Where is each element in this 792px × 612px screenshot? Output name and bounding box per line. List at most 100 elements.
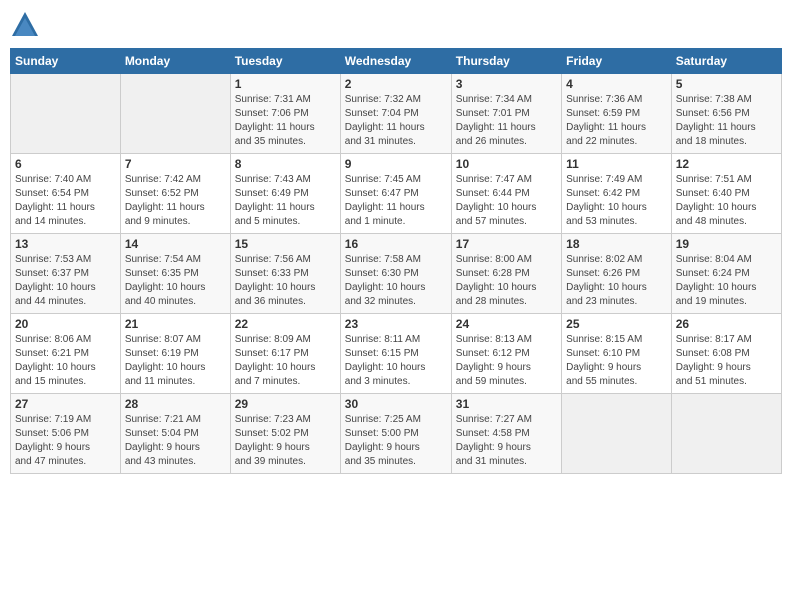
calendar-cell: 1 Sunrise: 7:31 AM Sunset: 7:06 PM Daylig… xyxy=(230,74,340,154)
day-number: 23 xyxy=(345,317,447,331)
day-info: Sunrise: 8:02 AM Sunset: 6:26 PM Dayligh… xyxy=(566,253,667,309)
day-info: Sunrise: 8:15 AM Sunset: 6:10 PM Dayligh… xyxy=(566,333,667,389)
day-number: 1 xyxy=(235,77,336,91)
day-info: Sunrise: 7:53 AM Sunset: 6:37 PM Dayligh… xyxy=(15,253,116,309)
day-number: 4 xyxy=(566,77,667,91)
day-number: 14 xyxy=(125,237,226,251)
calendar-cell: 11 Sunrise: 7:49 AM Sunset: 6:42 PM Dayli… xyxy=(562,154,672,234)
calendar-cell xyxy=(562,394,672,474)
day-number: 28 xyxy=(125,397,226,411)
calendar-cell xyxy=(671,394,781,474)
day-info: Sunrise: 8:00 AM Sunset: 6:28 PM Dayligh… xyxy=(456,253,557,309)
calendar-cell: 18Sunrise: 8:02 AM Sunset: 6:26 PM Dayli… xyxy=(562,234,672,314)
day-info: Sunrise: 8:11 AM Sunset: 6:15 PM Dayligh… xyxy=(345,333,447,389)
day-number: 16 xyxy=(345,237,447,251)
calendar-cell: 4 Sunrise: 7:36 AM Sunset: 6:59 PM Daylig… xyxy=(562,74,672,154)
day-info: Sunrise: 7:23 AM Sunset: 5:02 PM Dayligh… xyxy=(235,413,336,469)
calendar-cell: 14 Sunrise: 7:54 AM Sunset: 6:35 PM Dayli… xyxy=(120,234,230,314)
day-number: 25 xyxy=(566,317,667,331)
day-info: Sunrise: 7:34 AM Sunset: 7:01 PM Dayligh… xyxy=(456,93,557,149)
day-info: Sunrise: 8:06 AM Sunset: 6:21 PM Dayligh… xyxy=(15,333,116,389)
calendar-week-row: 6 Sunrise: 7:40 AM Sunset: 6:54 PM Daylig… xyxy=(11,154,782,234)
day-info: Sunrise: 7:51 AM Sunset: 6:40 PM Dayligh… xyxy=(676,173,777,229)
header-monday: Monday xyxy=(120,49,230,74)
day-info: Sunrise: 7:27 AM Sunset: 4:58 PM Dayligh… xyxy=(456,413,557,469)
day-info: Sunrise: 8:04 AM Sunset: 6:24 PM Dayligh… xyxy=(676,253,777,309)
calendar-cell: 21 Sunrise: 8:07 AM Sunset: 6:19 PM Dayli… xyxy=(120,314,230,394)
day-info: Sunrise: 7:31 AM Sunset: 7:06 PM Dayligh… xyxy=(235,93,336,149)
calendar-cell xyxy=(120,74,230,154)
day-info: Sunrise: 7:21 AM Sunset: 5:04 PM Dayligh… xyxy=(125,413,226,469)
calendar-cell: 27Sunrise: 7:19 AM Sunset: 5:06 PM Dayli… xyxy=(11,394,121,474)
calendar-header-row: SundayMondayTuesdayWednesdayThursdayFrid… xyxy=(11,49,782,74)
calendar-cell: 12 Sunrise: 7:51 AM Sunset: 6:40 PM Dayli… xyxy=(671,154,781,234)
calendar-cell: 26Sunrise: 8:17 AM Sunset: 6:08 PM Dayli… xyxy=(671,314,781,394)
day-number: 22 xyxy=(235,317,336,331)
calendar-cell: 29 Sunrise: 7:23 AM Sunset: 5:02 PM Dayli… xyxy=(230,394,340,474)
calendar-week-row: 27Sunrise: 7:19 AM Sunset: 5:06 PM Dayli… xyxy=(11,394,782,474)
day-number: 11 xyxy=(566,157,667,171)
day-number: 3 xyxy=(456,77,557,91)
header-friday: Friday xyxy=(562,49,672,74)
calendar-cell: 2Sunrise: 7:32 AM Sunset: 7:04 PM Daylig… xyxy=(340,74,451,154)
logo xyxy=(10,10,44,40)
day-info: Sunrise: 8:09 AM Sunset: 6:17 PM Dayligh… xyxy=(235,333,336,389)
header-tuesday: Tuesday xyxy=(230,49,340,74)
calendar-cell: 31 Sunrise: 7:27 AM Sunset: 4:58 PM Dayli… xyxy=(451,394,561,474)
day-info: Sunrise: 7:19 AM Sunset: 5:06 PM Dayligh… xyxy=(15,413,116,469)
day-number: 31 xyxy=(456,397,557,411)
calendar-cell: 22 Sunrise: 8:09 AM Sunset: 6:17 PM Dayli… xyxy=(230,314,340,394)
day-number: 12 xyxy=(676,157,777,171)
calendar-cell: 9 Sunrise: 7:45 AM Sunset: 6:47 PM Daylig… xyxy=(340,154,451,234)
calendar-week-row: 1 Sunrise: 7:31 AM Sunset: 7:06 PM Daylig… xyxy=(11,74,782,154)
day-info: Sunrise: 7:54 AM Sunset: 6:35 PM Dayligh… xyxy=(125,253,226,309)
day-number: 21 xyxy=(125,317,226,331)
day-number: 20 xyxy=(15,317,116,331)
calendar-week-row: 13Sunrise: 7:53 AM Sunset: 6:37 PM Dayli… xyxy=(11,234,782,314)
day-info: Sunrise: 8:17 AM Sunset: 6:08 PM Dayligh… xyxy=(676,333,777,389)
day-number: 10 xyxy=(456,157,557,171)
calendar-cell: 30 Sunrise: 7:25 AM Sunset: 5:00 PM Dayli… xyxy=(340,394,451,474)
calendar-week-row: 20 Sunrise: 8:06 AM Sunset: 6:21 PM Dayli… xyxy=(11,314,782,394)
calendar-cell: 19 Sunrise: 8:04 AM Sunset: 6:24 PM Dayli… xyxy=(671,234,781,314)
day-number: 7 xyxy=(125,157,226,171)
day-info: Sunrise: 7:42 AM Sunset: 6:52 PM Dayligh… xyxy=(125,173,226,229)
day-info: Sunrise: 7:32 AM Sunset: 7:04 PM Dayligh… xyxy=(345,93,447,149)
calendar-cell: 5 Sunrise: 7:38 AM Sunset: 6:56 PM Daylig… xyxy=(671,74,781,154)
header-thursday: Thursday xyxy=(451,49,561,74)
day-number: 24 xyxy=(456,317,557,331)
day-info: Sunrise: 7:36 AM Sunset: 6:59 PM Dayligh… xyxy=(566,93,667,149)
day-info: Sunrise: 7:40 AM Sunset: 6:54 PM Dayligh… xyxy=(15,173,116,229)
calendar-cell: 7 Sunrise: 7:42 AM Sunset: 6:52 PM Daylig… xyxy=(120,154,230,234)
calendar-cell: 13Sunrise: 7:53 AM Sunset: 6:37 PM Dayli… xyxy=(11,234,121,314)
day-number: 6 xyxy=(15,157,116,171)
day-number: 5 xyxy=(676,77,777,91)
header-saturday: Saturday xyxy=(671,49,781,74)
day-info: Sunrise: 7:56 AM Sunset: 6:33 PM Dayligh… xyxy=(235,253,336,309)
day-number: 8 xyxy=(235,157,336,171)
day-info: Sunrise: 8:07 AM Sunset: 6:19 PM Dayligh… xyxy=(125,333,226,389)
day-number: 15 xyxy=(235,237,336,251)
logo-icon xyxy=(10,10,40,40)
day-info: Sunrise: 7:49 AM Sunset: 6:42 PM Dayligh… xyxy=(566,173,667,229)
calendar-cell xyxy=(11,74,121,154)
calendar-cell: 10Sunrise: 7:47 AM Sunset: 6:44 PM Dayli… xyxy=(451,154,561,234)
day-number: 9 xyxy=(345,157,447,171)
header-wednesday: Wednesday xyxy=(340,49,451,74)
calendar-cell: 28 Sunrise: 7:21 AM Sunset: 5:04 PM Dayli… xyxy=(120,394,230,474)
day-number: 30 xyxy=(345,397,447,411)
calendar-cell: 20 Sunrise: 8:06 AM Sunset: 6:21 PM Dayli… xyxy=(11,314,121,394)
day-info: Sunrise: 7:38 AM Sunset: 6:56 PM Dayligh… xyxy=(676,93,777,149)
calendar-cell: 17 Sunrise: 8:00 AM Sunset: 6:28 PM Dayli… xyxy=(451,234,561,314)
calendar-cell: 24Sunrise: 8:13 AM Sunset: 6:12 PM Dayli… xyxy=(451,314,561,394)
calendar-cell: 16 Sunrise: 7:58 AM Sunset: 6:30 PM Dayli… xyxy=(340,234,451,314)
day-info: Sunrise: 7:58 AM Sunset: 6:30 PM Dayligh… xyxy=(345,253,447,309)
day-number: 17 xyxy=(456,237,557,251)
calendar-cell: 23 Sunrise: 8:11 AM Sunset: 6:15 PM Dayli… xyxy=(340,314,451,394)
day-info: Sunrise: 7:45 AM Sunset: 6:47 PM Dayligh… xyxy=(345,173,447,229)
page-header xyxy=(10,10,782,40)
day-number: 19 xyxy=(676,237,777,251)
calendar-cell: 3 Sunrise: 7:34 AM Sunset: 7:01 PM Daylig… xyxy=(451,74,561,154)
day-info: Sunrise: 7:25 AM Sunset: 5:00 PM Dayligh… xyxy=(345,413,447,469)
day-number: 29 xyxy=(235,397,336,411)
